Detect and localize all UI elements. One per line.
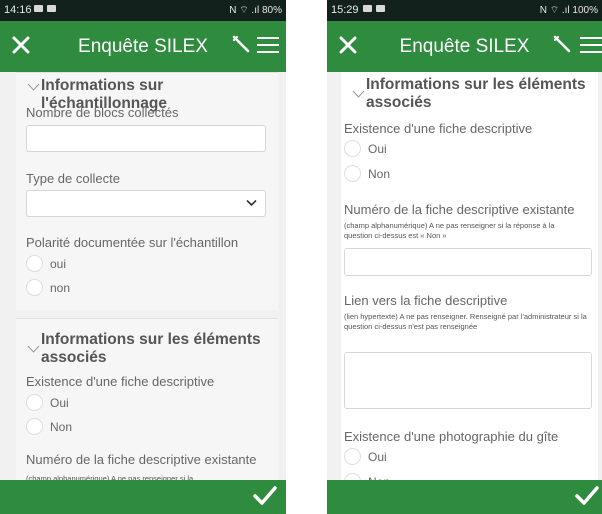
submit-button[interactable] [252,484,278,508]
collapse-triangle-icon [352,90,365,98]
radio-button[interactable] [344,165,361,182]
radio-non[interactable]: non [26,279,70,296]
phone-screen-left: 14:16 N ⌔ .ıl 80% Enquête SILEX Informat… [0,0,286,514]
status-time: 14:16 [4,4,32,16]
nb-blocs-label: Nombre de blocs collectés [26,105,179,120]
app-bar: Enquête SILEX [0,21,286,72]
bottom-bar [327,480,602,514]
phone-screen-right: 15:29 N ⌔ .ıl 100% Enquête SILEX Informa… [327,0,602,514]
magic-wand-icon [232,35,250,53]
hamburger-menu-icon [580,37,602,39]
radio-button[interactable] [344,448,361,465]
system-status: N ⌔ .ıl 80% [229,5,282,16]
menu-button[interactable] [257,35,279,55]
bottom-bar [0,480,286,514]
form-content: Informations sur l'échantillonnage Nombr… [0,72,286,514]
photo-label: Existence d'une photographie du gîte [344,429,559,444]
polarite-label: Polarité documentée sur l'échantillon [26,235,239,250]
existence-label: Existence d'une fiche descriptive [344,121,533,136]
chevron-down-icon [246,199,257,207]
section-elements-associes: Informations sur les éléments associés E… [16,318,278,488]
existence-label: Existence d'une fiche descriptive [26,374,215,389]
numero-input[interactable] [344,248,592,276]
menu-button[interactable] [580,35,602,55]
hamburger-menu-icon [257,37,279,39]
collapse-triangle-icon [27,345,40,353]
section-title: Informations sur les éléments associés [41,331,261,366]
section-title: Informations sur les éléments associés [366,76,586,111]
app-bar: Enquête SILEX [327,21,602,72]
radio-button[interactable] [344,140,361,157]
radio-non[interactable]: Non [26,418,72,435]
notification-icon [34,5,43,12]
radio-oui[interactable]: Oui [344,448,387,465]
check-icon [253,486,277,505]
lien-textarea[interactable] [344,352,592,409]
status-time: 15:29 [331,4,359,16]
lien-note: (lien hypertexte) A ne pas renseigner. R… [344,312,587,331]
notification-icon [47,5,56,12]
section-echantillonnage: Informations sur l'échantillonnage Nombr… [16,72,278,310]
radio-non[interactable]: Non [344,165,390,182]
magic-wand-button[interactable] [552,34,572,54]
numero-note: (champ alphanumérique) A ne pas renseign… [344,221,555,240]
notification-icons [363,5,385,12]
notification-icon [376,5,385,12]
radio-oui[interactable]: Oui [26,394,69,411]
type-collecte-select[interactable] [26,190,266,217]
numero-label: Numéro de la fiche descriptive existante [26,452,257,467]
status-bar: 15:29 N ⌔ .ıl 100% [327,0,602,21]
notification-icon [363,5,372,12]
radio-button[interactable] [26,418,43,435]
collapse-triangle-icon [27,83,40,91]
form-content: Informations sur les éléments associés E… [327,72,602,514]
system-status: N ⌔ .ıl 100% [539,5,598,16]
check-icon [575,486,599,505]
radio-button[interactable] [26,255,43,272]
radio-button[interactable] [26,279,43,296]
status-bar: 14:16 N ⌔ .ıl 80% [0,0,286,21]
section-header[interactable]: Informations sur les éléments associés [351,76,594,112]
lien-label: Lien vers la fiche descriptive [344,293,508,308]
notification-icons [34,5,56,12]
type-collecte-label: Type de collecte [26,171,120,186]
numero-label: Numéro de la fiche descriptive existante [344,202,575,217]
section-elements-associes: Informations sur les éléments associés E… [341,72,598,490]
magic-wand-icon [553,35,571,53]
radio-oui[interactable]: oui [26,255,66,272]
section-header[interactable]: Informations sur les éléments associés [26,331,274,367]
radio-oui[interactable]: Oui [344,140,387,157]
magic-wand-button[interactable] [231,34,251,54]
nb-blocs-input[interactable] [26,125,266,152]
radio-button[interactable] [26,394,43,411]
submit-button[interactable] [574,484,600,508]
